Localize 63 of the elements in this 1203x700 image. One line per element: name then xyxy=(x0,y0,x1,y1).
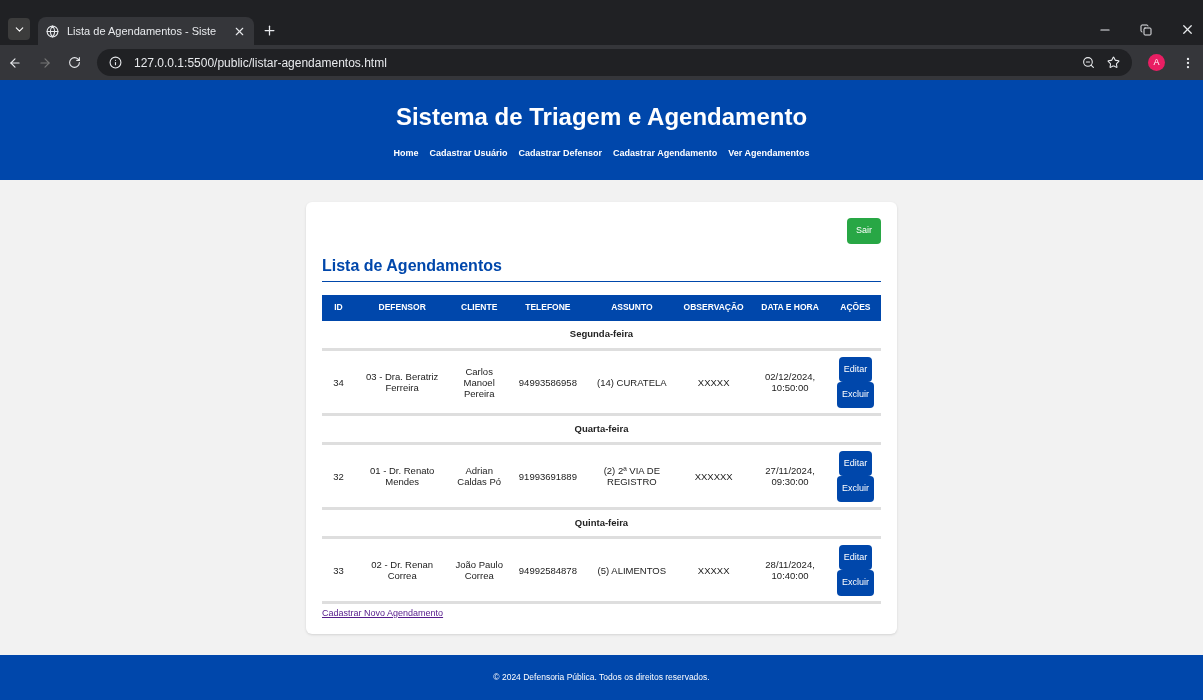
new-tab-icon[interactable] xyxy=(262,23,277,38)
list-heading: Lista de Agendamentos xyxy=(322,253,881,282)
table-cell: 28/11/2024, 10:40:00 xyxy=(765,559,815,581)
table-cell: 02/12/2024, 10:50:00 xyxy=(764,371,816,393)
tab-title: Lista de Agendamentos - Siste xyxy=(67,23,218,39)
table-cell: XXXXX xyxy=(697,564,730,576)
reload-icon[interactable] xyxy=(68,56,81,69)
table-cell: 94993586958 xyxy=(518,376,577,388)
footer-text: © 2024 Defensoria Pública. Todos os direitos reservados. xyxy=(493,671,710,684)
nav-link[interactable]: Ver Agendamentos xyxy=(728,147,810,161)
info-icon xyxy=(109,56,122,69)
table-cell: 27/11/2024, 09:30:00 xyxy=(765,465,815,487)
weekday-heading: Segunda-feira xyxy=(569,328,634,340)
table-cell: 01 - Dr. Renato Mendes xyxy=(369,465,435,487)
restore-icon[interactable] xyxy=(1140,23,1152,36)
table-cell: (2) 2ª VIA DE REGISTRO xyxy=(603,465,660,487)
table-cell: XXXXXX xyxy=(694,470,733,482)
zoom-icon[interactable] xyxy=(1082,56,1095,69)
table-cell: (14) CURATELA xyxy=(597,376,667,388)
url-text: 127.0.0.1:5500/public/listar-agendamentos.html xyxy=(134,54,387,72)
delete-button[interactable]: Excluir xyxy=(836,476,874,502)
edit-button[interactable]: Editar xyxy=(838,356,873,382)
table-cell: 02 - Dr. Renan Correa xyxy=(371,559,434,581)
star-icon[interactable] xyxy=(1107,56,1120,69)
site-title: Sistema de Triagem e Agendamento xyxy=(395,102,808,133)
column-header: DATA E HORA xyxy=(750,294,830,321)
column-header: AÇÕES xyxy=(829,294,881,321)
table-cell: 32 xyxy=(333,470,344,482)
edit-button[interactable]: Editar xyxy=(838,544,873,570)
profile-avatar[interactable]: A xyxy=(1148,54,1165,71)
globe-icon xyxy=(46,24,59,38)
column-header: OBSERVAÇÃO xyxy=(677,294,751,321)
weekday-heading: Quarta-feira xyxy=(574,422,629,434)
table-cell: 33 xyxy=(333,564,344,576)
table-cell: XXXXX xyxy=(697,376,730,388)
table-cell: Adrian Caldas Pó xyxy=(457,465,502,487)
table-cell: Carlos Manoel Pereira xyxy=(463,365,495,399)
table-cell: 34 xyxy=(333,376,344,388)
weekday-heading: Quinta-feira xyxy=(574,516,629,528)
table-cell: (5) ALIMENTOS xyxy=(597,564,667,576)
column-header: CLIENTE xyxy=(449,294,510,321)
column-header: ASSUNTO xyxy=(586,294,677,321)
new-appointment-link[interactable]: Cadastrar Novo Agendamento xyxy=(322,607,444,621)
table-cell: 94992584878 xyxy=(518,564,577,576)
tab-list-button[interactable] xyxy=(8,18,30,40)
nav-link[interactable]: Home xyxy=(393,147,419,161)
close-window-icon[interactable] xyxy=(1180,22,1195,37)
table-cell: 91993691889 xyxy=(518,470,577,482)
delete-button[interactable]: Excluir xyxy=(836,570,874,596)
table-cell: João Paulo Correa xyxy=(455,559,503,581)
table-cell: 03 - Dra. Beratriz Ferreira xyxy=(366,371,439,393)
forward-icon[interactable] xyxy=(38,55,52,70)
edit-button[interactable]: Editar xyxy=(838,450,873,476)
nav-link[interactable]: Cadastrar Usuário xyxy=(429,147,508,161)
address-bar[interactable]: 127.0.0.1:5500/public/listar-agendamentos.html xyxy=(97,49,1132,76)
column-header: TELEFONE xyxy=(509,294,587,321)
delete-button[interactable]: Excluir xyxy=(836,382,874,408)
column-header: DEFENSOR xyxy=(355,294,450,321)
back-icon[interactable] xyxy=(8,55,22,70)
nav-link[interactable]: Cadastrar Agendamento xyxy=(613,147,718,161)
nav-link[interactable]: Cadastrar Defensor xyxy=(518,147,603,161)
column-header: ID xyxy=(322,294,355,321)
browser-tab[interactable]: Lista de Agendamentos - Siste xyxy=(38,17,254,45)
